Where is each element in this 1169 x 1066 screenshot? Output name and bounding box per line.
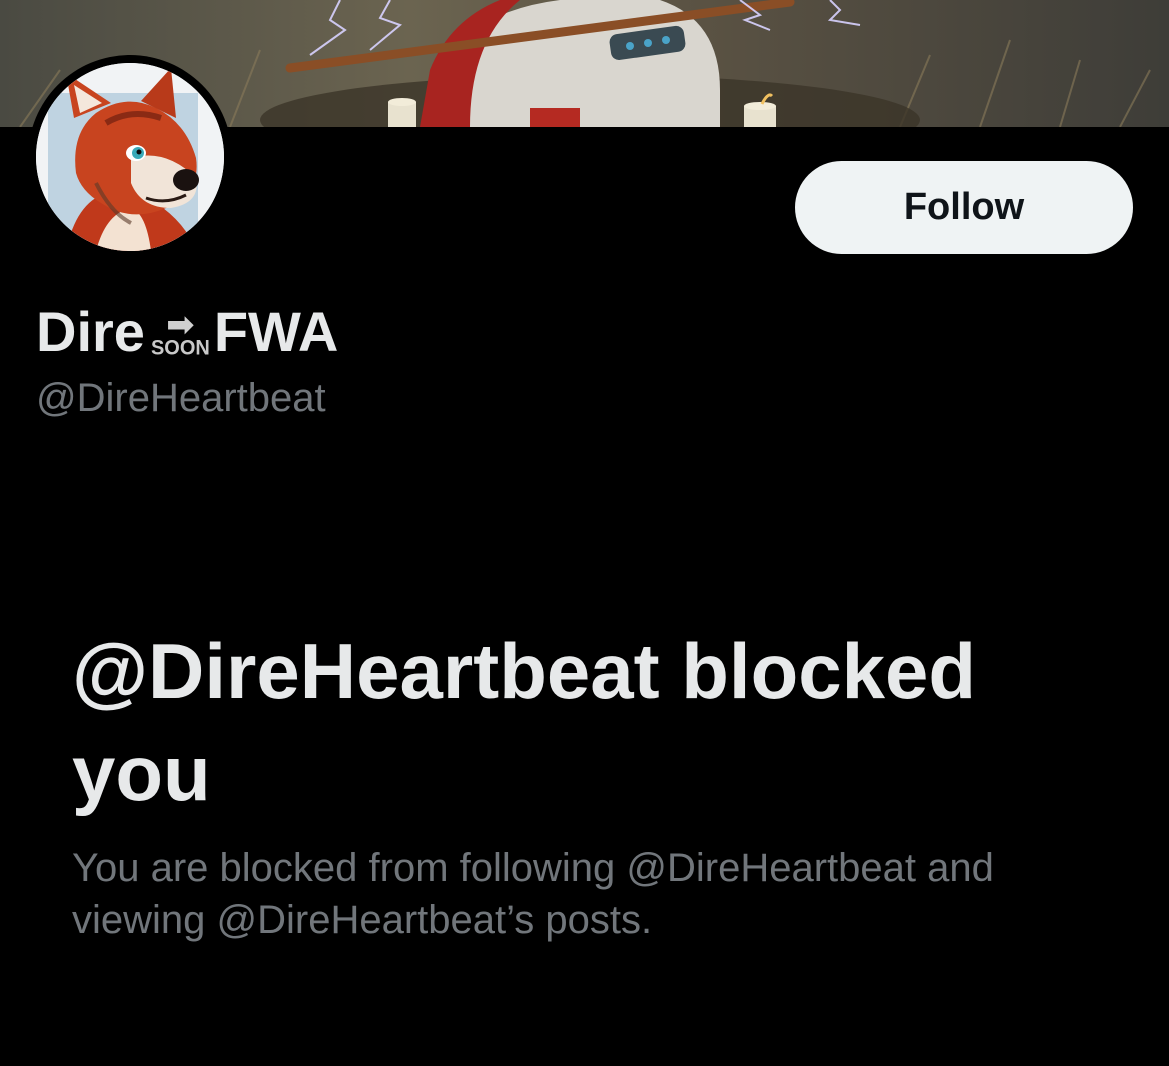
follow-button[interactable]: Follow	[795, 161, 1133, 254]
profile-avatar[interactable]	[28, 55, 232, 259]
soon-arrow-icon: ➡ SOON	[150, 306, 210, 360]
profile-handle: @DireHeartbeat	[36, 376, 326, 420]
profile-display-name: Dire ➡ SOON FWA	[36, 290, 338, 360]
blocked-description: You are blocked from following @DireHear…	[72, 846, 994, 942]
display-name-suffix: FWA	[213, 300, 339, 363]
soon-label: SOON	[150, 336, 210, 360]
display-name-prefix: Dire	[36, 300, 145, 363]
avatar-image	[36, 63, 224, 251]
blocked-title: @DireHeartbeat blocked you	[72, 627, 977, 817]
